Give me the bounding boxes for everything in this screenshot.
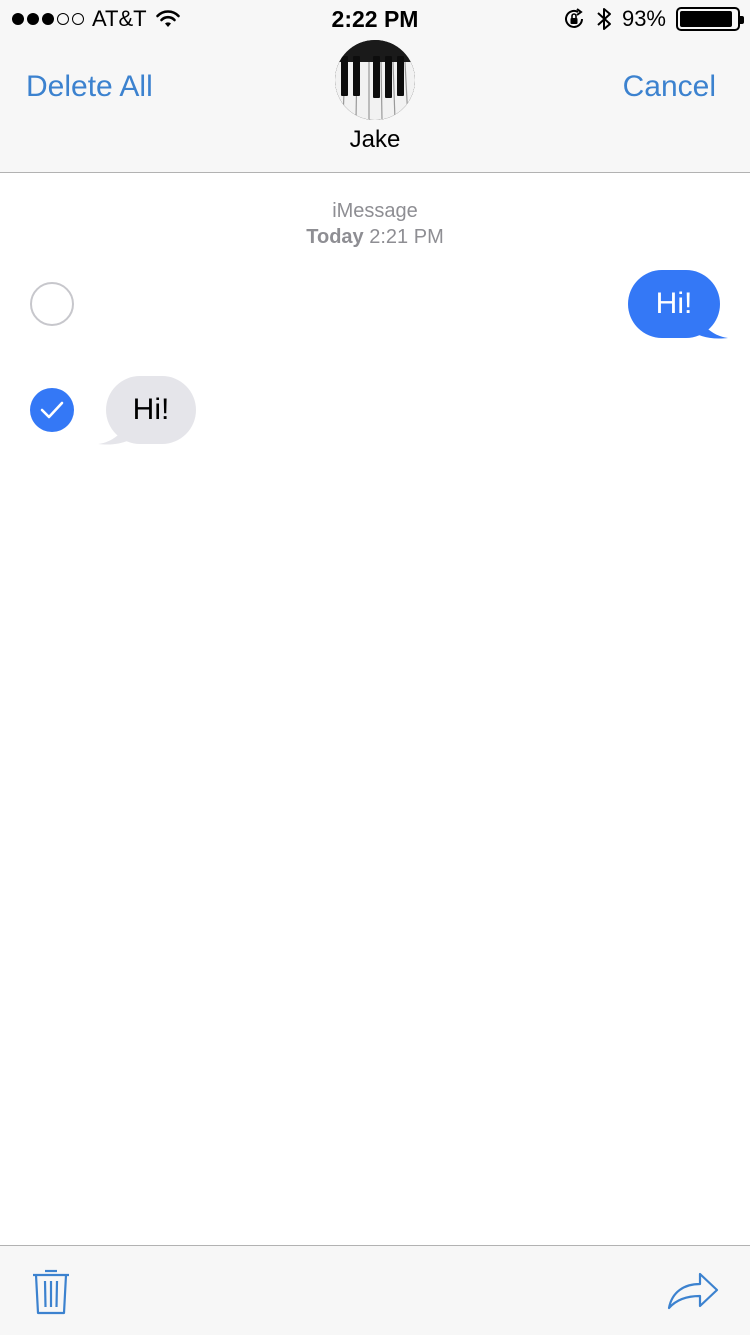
- contact-avatar[interactable]: [335, 40, 415, 120]
- rotation-lock-icon: [564, 8, 583, 28]
- cancel-button[interactable]: Cancel: [623, 70, 716, 104]
- status-bar: AT&T 2:22 PM 93%: [0, 0, 750, 40]
- battery-icon: [676, 7, 744, 31]
- time-label: 2:21 PM: [369, 226, 444, 248]
- incoming-message-bubble[interactable]: Hi!: [106, 376, 196, 444]
- trash-icon[interactable]: [30, 1266, 72, 1316]
- delete-all-button[interactable]: Delete All: [26, 70, 153, 104]
- battery-percentage: 93%: [621, 6, 666, 31]
- outgoing-message-bubble[interactable]: Hi!: [628, 270, 720, 338]
- checkmark-icon: [40, 401, 64, 419]
- bottom-toolbar: [0, 1245, 750, 1335]
- status-right: 93%: [562, 6, 744, 32]
- forward-arrow-icon[interactable]: [666, 1270, 720, 1312]
- conversation-header: Delete All Jake Cancel: [0, 40, 750, 173]
- select-message-checkbox[interactable]: [30, 282, 74, 326]
- contact-name[interactable]: Jake: [0, 126, 750, 154]
- cellular-signal-icon: [12, 13, 84, 25]
- wifi-icon: [155, 10, 180, 27]
- select-message-checkbox-checked[interactable]: [30, 388, 74, 432]
- status-left: AT&T: [12, 6, 181, 32]
- bluetooth-icon: [597, 8, 611, 30]
- date-time-label: Today 2:21 PM: [0, 224, 750, 250]
- service-label: iMessage: [332, 200, 418, 222]
- day-label: Today: [306, 226, 364, 248]
- conversation-timestamp: iMessage Today 2:21 PM: [0, 198, 750, 250]
- carrier-label: AT&T: [92, 6, 147, 31]
- piano-keys-avatar-icon: [335, 40, 415, 120]
